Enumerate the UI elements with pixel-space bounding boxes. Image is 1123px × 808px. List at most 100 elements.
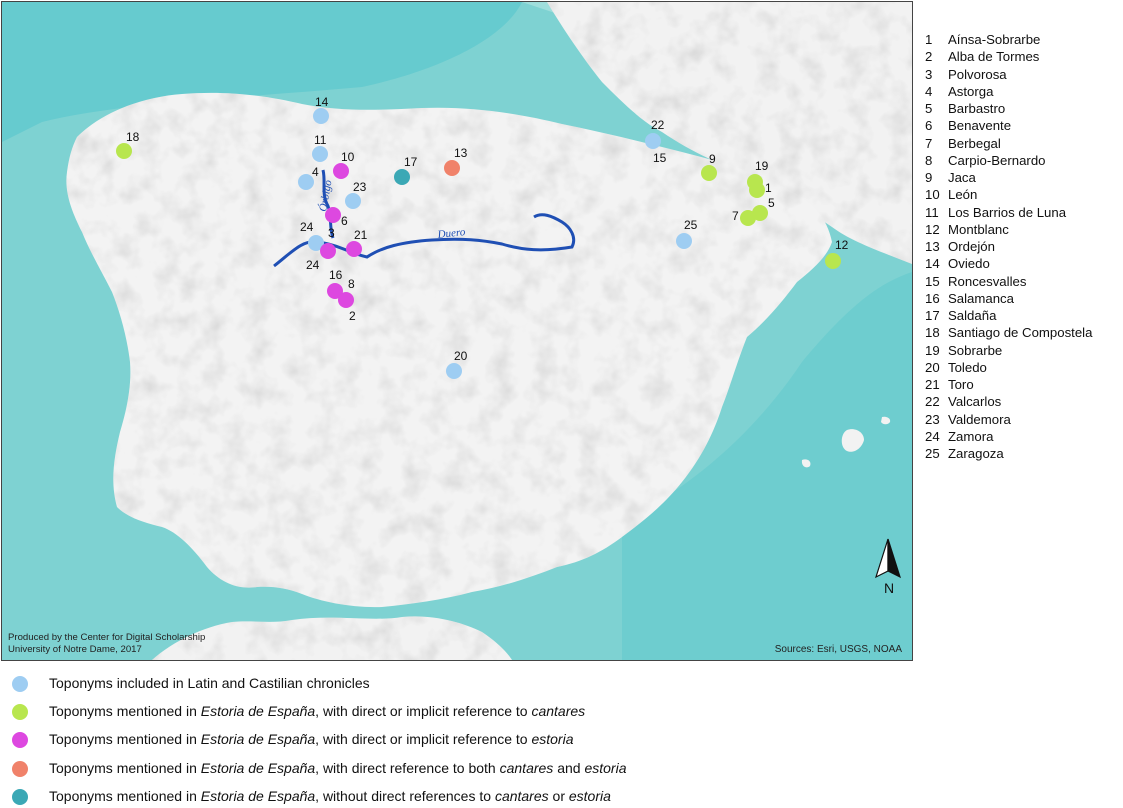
legend-label: Toponyms mentioned in Estoria de España,… <box>49 731 574 747</box>
toponym-number: 18 <box>925 325 940 341</box>
toponym-name: Polvorosa <box>948 66 1007 82</box>
toponym-name: Barbastro <box>948 101 1006 116</box>
marker-9 <box>701 165 717 181</box>
toponym-item: 21 Toro <box>925 376 1092 393</box>
toponym-list: 1 Aínsa-Sobrarbe 2 Alba de Tormes 3 Polvorosa… <box>925 31 1092 462</box>
toponym-number: 7 <box>925 135 933 151</box>
marker-label-24: 24 <box>300 220 314 234</box>
toponym-item: 23 Valdemora <box>925 411 1092 428</box>
credit-line-1: Produced by the Center for Digital Schol… <box>8 632 206 643</box>
toponym-item: 25 Zaragoza <box>925 445 1092 462</box>
toponym-number: 17 <box>925 308 940 323</box>
marker-22 <box>645 133 661 149</box>
toponym-name: Alba de Tormes <box>948 49 1040 65</box>
marker-label-20: 20 <box>454 349 468 363</box>
toponym-item: 1 Aínsa-Sobrarbe <box>925 31 1092 48</box>
toponym-number: 11 <box>925 204 939 220</box>
marker-14 <box>313 108 329 124</box>
toponym-item: 19 Sobrarbe <box>925 342 1092 359</box>
toponym-number: 6 <box>925 118 933 134</box>
marker-label-23: 23 <box>353 180 367 194</box>
toponym-item: 24 Zamora <box>925 428 1092 445</box>
toponym-number: 3 <box>925 66 933 82</box>
toponym-name: Benavente <box>948 118 1012 134</box>
legend-label: Toponyms mentioned in Estoria de España,… <box>49 760 627 776</box>
marker-7 <box>740 210 756 226</box>
toponym-item: 7 Berbegal <box>925 135 1092 152</box>
toponym-name: León <box>948 187 978 203</box>
toponym-item: 10 León <box>925 186 1092 203</box>
toponym-name: Saldaña <box>948 308 997 323</box>
legend-swatch <box>12 789 28 805</box>
toponym-number: 13 <box>925 239 940 254</box>
toponym-number: 9 <box>925 170 933 185</box>
marker-label-18: 18 <box>126 130 140 144</box>
toponym-number: 5 <box>925 101 933 116</box>
marker-label-19: 19 <box>755 159 769 173</box>
marker-label-4: 4 <box>312 165 319 179</box>
map-credit: Produced by the Center for Digital Schol… <box>8 632 205 656</box>
marker-label-14: 14 <box>315 95 329 109</box>
marker-8 <box>338 292 354 308</box>
toponym-name: Los Barrios de Luna <box>948 204 1067 220</box>
toponym-number: 12 <box>925 221 940 237</box>
toponym-name: Valcarlos <box>948 394 1002 410</box>
toponym-number: 19 <box>925 342 940 358</box>
toponym-item: 13 Ordejón <box>925 238 1092 255</box>
toponym-item: 8 Carpio-Bernardo <box>925 152 1092 169</box>
marker-10 <box>333 163 349 179</box>
toponym-name: Sobrarbe <box>948 342 1003 358</box>
marker-label-6: 6 <box>341 214 348 228</box>
toponym-name: Jaca <box>948 170 976 185</box>
map-sources: Sources: Esri, USGS, NOAA <box>774 644 902 655</box>
toponym-number: 14 <box>925 256 940 272</box>
toponym-name: Roncesvalles <box>948 273 1027 289</box>
toponym-item: 9 Jaca <box>925 169 1092 186</box>
toponym-name: Astorga <box>948 83 994 99</box>
marker-label-9: 9 <box>709 152 716 166</box>
marker-label-11: 11 <box>314 133 327 147</box>
toponym-item: 6 Benavente <box>925 117 1092 134</box>
extra-label-15: 15 <box>653 151 667 165</box>
legend-swatch <box>12 732 28 748</box>
toponym-item: 16 Salamanca <box>925 290 1092 307</box>
toponym-number: 4 <box>925 83 933 99</box>
marker-25 <box>676 233 692 249</box>
marker-label-10: 10 <box>341 150 355 164</box>
toponym-name: Zaragoza <box>948 446 1004 461</box>
toponym-item: 11 Los Barrios de Luna <box>925 204 1092 221</box>
toponym-number: 25 <box>925 446 940 461</box>
toponym-number: 8 <box>925 152 933 168</box>
toponym-item: 18 Santiago de Compostela <box>925 324 1092 341</box>
toponym-item: 14 Oviedo <box>925 255 1092 272</box>
marker-label-16: 16 <box>329 268 343 282</box>
marker-label-1: 1 <box>765 181 772 195</box>
marker-label-17: 17 <box>404 155 418 169</box>
toponym-number: 10 <box>925 187 940 203</box>
toponym-item: 5 Barbastro <box>925 100 1092 117</box>
extra-label-2: 2 <box>349 309 356 323</box>
toponym-item: 12 Montblanc <box>925 221 1092 238</box>
marker-23 <box>345 193 361 209</box>
toponym-number: 20 <box>925 359 940 375</box>
toponym-name: Aínsa-Sobrarbe <box>948 32 1041 47</box>
toponym-name: Valdemora <box>948 411 1011 427</box>
toponym-name: Toro <box>948 377 974 392</box>
toponym-item: 22 Valcarlos <box>925 393 1092 410</box>
marker-21 <box>346 241 362 257</box>
legend-label: Toponyms included in Latin and Castilian… <box>49 675 370 691</box>
map-canvas: Órbigo Duero 141142324202225189 191571210… <box>2 2 912 660</box>
marker-label-8: 8 <box>348 277 355 291</box>
toponym-number: 24 <box>925 428 940 444</box>
toponym-item: 20 Toledo <box>925 359 1092 376</box>
toponym-name: Zamora <box>948 428 994 444</box>
marker-18 <box>116 143 132 159</box>
toponym-item: 2 Alba de Tormes <box>925 48 1092 65</box>
toponym-number: 22 <box>925 394 940 410</box>
toponym-name: Berbegal <box>948 135 1001 151</box>
toponym-item: 15 Roncesvalles <box>925 273 1092 290</box>
marker-label-12: 12 <box>835 238 849 252</box>
toponym-item: 4 Astorga <box>925 83 1092 100</box>
marker-17 <box>394 169 410 185</box>
marker-label-25: 25 <box>684 218 698 232</box>
